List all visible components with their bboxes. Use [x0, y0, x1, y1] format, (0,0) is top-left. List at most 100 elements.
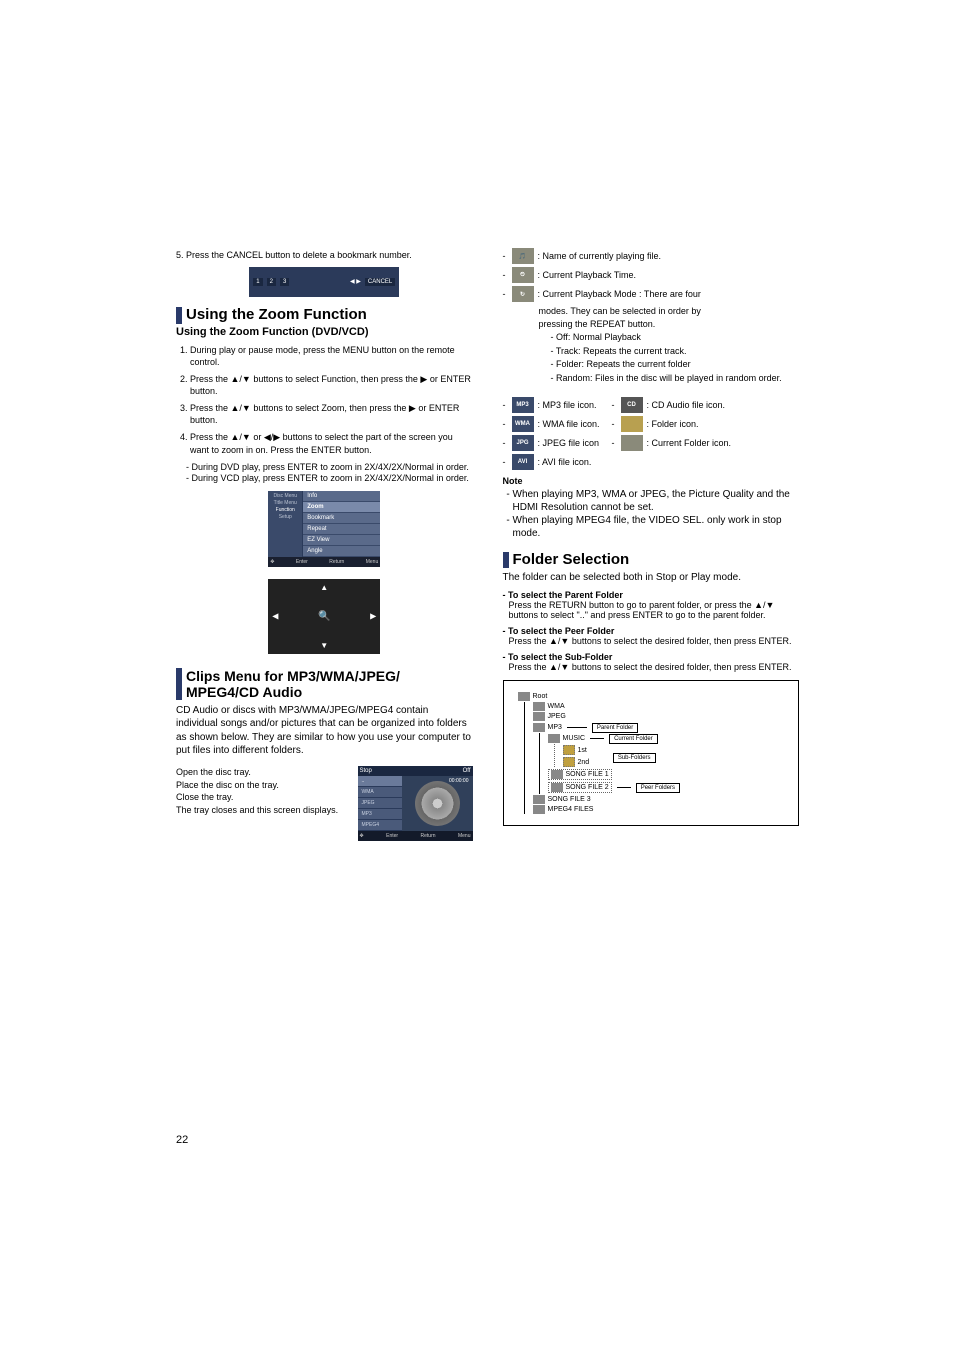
sub-folder-body: Press the ▲/▼ buttons to select the desi…	[509, 662, 800, 672]
folder-tree-diagram: Root WMA JPEG MP3 Parent Folder MUSIC Cu…	[503, 680, 800, 826]
fd-jpeg: JPEG	[548, 713, 566, 720]
clipshot-item-jpeg: JPEG	[358, 798, 402, 809]
peer-folder-body: Press the ▲/▼ buttons to select the desi…	[509, 636, 800, 646]
playmode-icon: ↻	[512, 286, 534, 302]
zoom-function-heading: Using the Zoom Function	[176, 307, 473, 324]
zoom-arrow-left-icon: ◀	[272, 612, 278, 621]
zoom-step-2: Press the ▲/▼ buttons to select Function…	[190, 373, 473, 397]
clipshot-btm-return: Return	[421, 833, 436, 839]
clipshot-btm-menu: Menu	[458, 833, 471, 839]
menu-item-ezview: EZ View	[303, 535, 380, 546]
folder-intro: The folder can be selected both in Stop …	[503, 571, 800, 584]
zoom-note-dvd: - During DVD play, press ENTER to zoom i…	[186, 462, 473, 472]
zoom-arrow-up-icon: ▲	[320, 583, 328, 592]
zoom-function-subheading: Using the Zoom Function (DVD/VCD)	[176, 326, 473, 338]
clips-instr-3: Close the tray.	[176, 791, 348, 804]
menu-btm-enter: Enter	[296, 559, 308, 565]
bookmark-num-3: 3	[280, 278, 289, 286]
fd-peers-label: Peer Folders	[636, 783, 680, 793]
zoom-menu-figure: Disc Menu Title Menu Function Setup Info…	[268, 491, 380, 567]
zoom-step-1: During play or pause mode, press the MEN…	[190, 344, 473, 368]
fd-sf1: SONG FILE 1	[566, 771, 609, 778]
playmode-desc: : Current Playback Mode : There are four	[538, 289, 701, 299]
clips-instr-4: The tray closes and this screen displays…	[176, 804, 348, 817]
clipshot-btm-enter: Enter	[386, 833, 398, 839]
fd-music: MUSIC	[563, 735, 586, 742]
fd-sf3: SONG FILE 3	[548, 796, 591, 803]
disc-icon	[415, 781, 460, 826]
zoom-step-3: Press the ▲/▼ buttons to select Zoom, th…	[190, 402, 473, 426]
playtime-icon: ⏲	[512, 267, 534, 283]
mode-tail-2: pressing the REPEAT button.	[539, 318, 800, 331]
mp3-file-icon-label: : MP3 file icon.	[538, 400, 608, 410]
clipshot-off: Off	[463, 768, 471, 774]
menu-btm-return: Return	[329, 559, 344, 565]
mode-random: - Random: Files in the disc will be play…	[551, 372, 800, 385]
bookmark-num-1: 1	[253, 278, 262, 286]
note-block: Note When playing MP3, WMA or JPEG, the …	[503, 476, 800, 540]
mode-folder: - Folder: Repeats the current folder	[551, 358, 800, 371]
current-folder-icon-label: : Current Folder icon.	[647, 438, 732, 448]
wma-file-icon: WMA	[512, 416, 534, 432]
menu-item-zoom: Zoom	[303, 502, 380, 513]
cd-audio-file-icon-label: : CD Audio file icon.	[647, 400, 726, 410]
zoom-arrow-down-icon: ▼	[320, 641, 328, 650]
note-item-2: When playing MPEG4 file, the VIDEO SEL. …	[513, 514, 800, 540]
filename-desc: : Name of currently playing file.	[538, 251, 662, 261]
mode-off: - Off: Normal Playback	[551, 331, 800, 344]
zoom-magnifier-icon: 🔍	[318, 611, 330, 622]
zoom-screen-figure: ▲ ▼ ◀ ▶ 🔍	[268, 579, 380, 654]
current-folder-icon	[621, 435, 643, 451]
page-number: 22	[176, 1134, 188, 1146]
clipshot-time: 00:00:00	[449, 778, 468, 784]
side-disc-menu: Disc Menu	[270, 493, 300, 500]
clipshot-item-mp3: MP3	[358, 809, 402, 820]
bookmark-nav-arrows: ◀ ▶	[350, 278, 361, 286]
parent-folder-title: - To select the Parent Folder	[503, 590, 800, 600]
side-function: Function	[270, 507, 300, 514]
mp3-file-icon: MP3	[512, 397, 534, 413]
folder-selection-heading: Folder Selection	[503, 552, 800, 569]
fd-wma: WMA	[548, 703, 565, 710]
clipshot-item-up: ..	[358, 776, 402, 787]
left-column: 5. Press the CANCEL button to delete a b…	[176, 245, 473, 841]
jpeg-file-icon: JPG	[512, 435, 534, 451]
parent-folder-body: Press the RETURN button to go to parent …	[509, 600, 800, 620]
mode-track: - Track: Repeats the current track.	[551, 345, 800, 358]
folder-icon-label: : Folder icon.	[647, 419, 699, 429]
bookmark-num-2: 2	[267, 278, 276, 286]
cd-audio-file-icon: CD	[621, 397, 643, 413]
note-item-1: When playing MP3, WMA or JPEG, the Pictu…	[513, 488, 800, 514]
fd-mpeg: MPEG4 FILES	[548, 806, 594, 813]
menu-item-repeat: Repeat	[303, 524, 380, 535]
jpeg-file-icon-label: : JPEG file icon	[538, 438, 608, 448]
wma-file-icon-label: : WMA file icon.	[538, 419, 608, 429]
clips-body-text: CD Audio or discs with MP3/WMA/JPEG/MPEG…	[176, 704, 473, 758]
fd-mp3: MP3	[548, 724, 562, 731]
clipshot-item-mpeg4: MPEG4	[358, 820, 402, 831]
fd-current-label: Current Folder	[609, 734, 658, 744]
note-heading: Note	[503, 476, 800, 486]
peer-folder-title: - To select the Peer Folder	[503, 626, 800, 636]
bookmark-osd-figure: 1 2 3 ◀ ▶ CANCEL	[249, 267, 399, 297]
clipshot-item-wma: WMA	[358, 787, 402, 798]
bookmark-cancel-label: CANCEL	[365, 278, 395, 286]
clips-screen-figure: Stop Off .. WMA JPEG MP3 MPEG4 00:00:00 …	[358, 766, 473, 841]
filename-icon: 🎵	[512, 248, 534, 264]
side-title-menu: Title Menu	[270, 500, 300, 507]
clipshot-stop: Stop	[360, 768, 372, 774]
fd-subs-label: Sub-Folders	[613, 753, 656, 763]
avi-file-icon: AVI	[512, 454, 534, 470]
fd-parent-label: Parent Folder	[592, 723, 638, 733]
zoom-notes: - During DVD play, press ENTER to zoom i…	[176, 462, 473, 483]
menu-item-angle: Angle	[303, 546, 380, 557]
side-setup: Setup	[270, 514, 300, 521]
step-5-text: 5. Press the CANCEL button to delete a b…	[176, 249, 473, 261]
fd-2nd: 2nd	[578, 759, 590, 766]
fd-root: Root	[533, 693, 548, 700]
menu-item-bookmark: Bookmark	[303, 513, 380, 524]
fd-sf2: SONG FILE 2	[566, 784, 609, 791]
mode-tail-1: modes. They can be selected in order by	[539, 305, 800, 318]
playtime-desc: : Current Playback Time.	[538, 270, 637, 280]
folder-icon	[621, 416, 643, 432]
